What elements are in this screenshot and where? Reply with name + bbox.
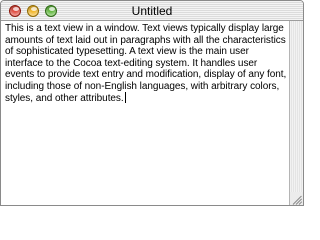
text-view-area[interactable]: This is a text view in a window. Text vi…: [1, 21, 289, 205]
text-view[interactable]: This is a text view in a window. Text vi…: [5, 23, 287, 105]
text-cursor: [124, 92, 126, 103]
title-bar[interactable]: Untitled: [1, 1, 303, 21]
close-button[interactable]: [9, 5, 21, 17]
window-title: Untitled: [131, 4, 173, 18]
text-view-content: This is a text view in a window. Text vi…: [5, 23, 287, 104]
document-window: Untitled This is a text view in a window…: [0, 0, 304, 206]
zoom-button[interactable]: [45, 5, 57, 17]
resize-grip-icon[interactable]: [290, 192, 303, 205]
minimize-button[interactable]: [27, 5, 39, 17]
vertical-scrollbar[interactable]: [289, 21, 303, 205]
